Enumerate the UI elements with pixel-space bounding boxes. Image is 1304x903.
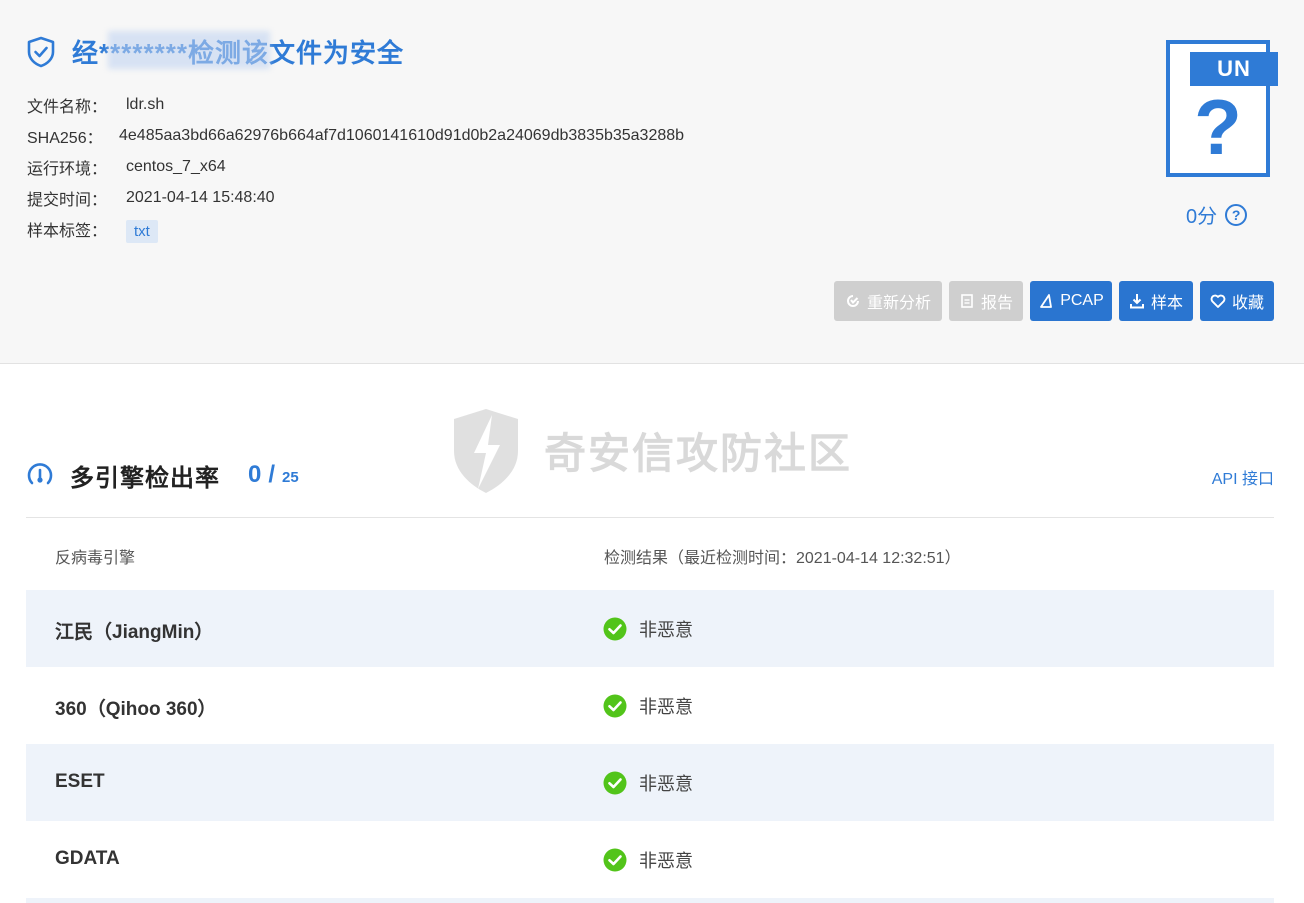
favorite-button[interactable]: 收藏 [1200,281,1274,321]
score-readout: 0分 ? [1186,200,1248,229]
table-row: 江民（JiangMin） 非恶意 [26,590,1274,667]
reanalyze-button[interactable]: 重新分析 [834,281,942,321]
meta-key: 文件名称： [27,98,108,116]
unknown-badge: UN [1190,52,1278,86]
report-label: 报告 [980,295,1013,312]
pcap-button[interactable]: PCAP [1030,281,1112,321]
meta-row-filename: 文件名称： ldr.sh [27,89,684,120]
redaction-blur [108,31,270,69]
engine-name: 江民（JiangMin） [55,622,214,643]
summary-panel: 经********检测该文件为安全 文件名称： ldr.sh SHA256： 4… [0,0,1304,364]
sample-label: 样本 [1150,295,1183,312]
meta-key: 样本标签： [27,222,108,240]
table-row: ESET 非恶意 [26,744,1274,821]
meta-value-environment: centos_7_x64 [126,157,226,175]
document-icon [961,294,973,308]
check-circle-icon [603,617,627,641]
download-sample-button[interactable]: 样本 [1119,281,1193,321]
check-circle-icon [603,848,627,872]
refresh-icon [847,295,859,307]
meta-row-tags: 样本标签： txt [27,213,684,244]
pcap-label: PCAP [1060,292,1104,309]
table-row-partial [26,898,1274,903]
report-button[interactable]: 报告 [949,281,1023,321]
check-circle-icon [603,771,627,795]
heart-icon [1210,294,1226,308]
result-label: 非恶意 [639,697,693,717]
meta-value-filename: ldr.sh [126,95,165,113]
shield-check-icon [27,36,55,67]
engines-title: 多引擎检出率 [70,464,220,492]
help-icon[interactable]: ? [1225,203,1248,226]
engine-table: 江民（JiangMin） 非恶意 360（Qihoo 360） 非恶意 ESET [26,590,1274,903]
gauge-icon [27,463,53,485]
question-mark-icon: ? [1194,83,1242,171]
engine-name: 360（Qihoo 360） [55,699,217,720]
pcap-icon [1040,294,1053,308]
engine-result: 非恶意 [603,693,693,719]
meta-key: SHA256： [27,129,103,147]
table-row: GDATA 非恶意 [26,821,1274,898]
meta-key: 提交时间： [27,191,108,209]
meta-row-environment: 运行环境： centos_7_x64 [27,151,684,182]
action-toolbar: 重新分析 报告 PCAP 样本 收藏 [834,281,1274,321]
api-link[interactable]: API 接口 [1212,465,1274,489]
engine-name: ESET [55,771,105,792]
result-label: 非恶意 [639,774,693,794]
engine-name: GDATA [55,848,120,869]
rate-separator: / [268,461,276,488]
engine-result: 非恶意 [603,616,693,642]
file-meta: 文件名称： ldr.sh SHA256： 4e485aa3bd66a62976b… [27,89,684,244]
meta-row-sha256: SHA256： 4e485aa3bd66a62976b664af7d106014… [27,120,684,151]
download-icon [1129,294,1144,309]
favorite-label: 收藏 [1231,295,1264,312]
meta-value-submit-time: 2021-04-14 15:48:40 [126,188,275,206]
meta-value-sha256: 4e485aa3bd66a62976b664af7d1060141610d91d… [119,126,685,144]
engines-header: 多引擎检出率 0 / 25 API 接口 [26,455,1274,495]
detection-hits: 0 [248,461,262,488]
threat-score-card: UN ? [1166,40,1278,177]
column-header-engine: 反病毒引擎 [55,550,136,567]
result-label: 非恶意 [639,851,693,871]
meta-row-submit-time: 提交时间： 2021-04-14 15:48:40 [27,182,684,213]
section-divider [26,517,1274,518]
column-header-result: 检测结果（最近检测时间：2021-04-14 12:32:51） [604,550,961,567]
detection-total: 25 [282,469,299,486]
score-value: 0分 [1186,206,1218,228]
engine-result: 非恶意 [603,770,693,796]
check-circle-icon [603,694,627,718]
table-header: 反病毒引擎 检测结果（最近检测时间：2021-04-14 12:32:51） [26,535,1274,573]
reanalyze-label: 重新分析 [866,295,931,312]
detection-rate: 0 / 25 [248,461,299,489]
result-label: 非恶意 [639,620,693,640]
meta-key: 运行环境： [27,160,108,178]
engine-result: 非恶意 [603,847,693,873]
sample-tag[interactable]: txt [126,220,158,243]
table-row: 360（Qihoo 360） 非恶意 [26,667,1274,744]
